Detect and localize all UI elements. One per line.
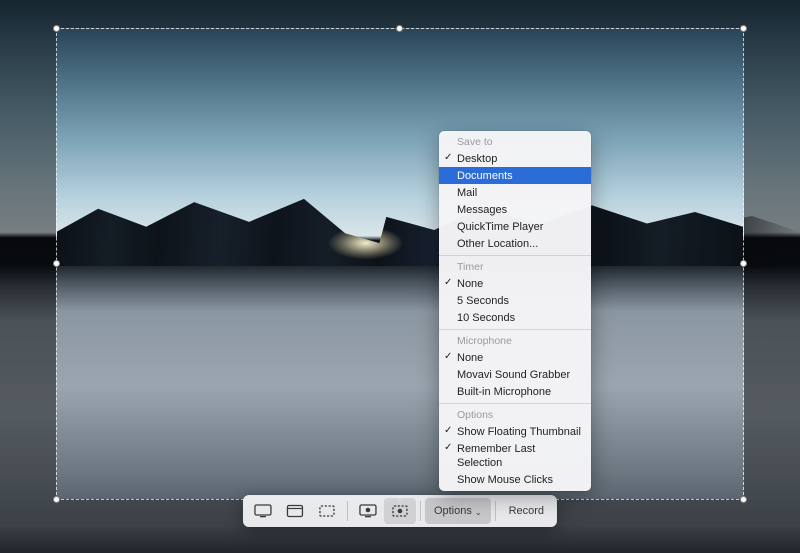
menu-item[interactable]: ✓ None — [439, 349, 591, 366]
resize-handle-bottom-left[interactable] — [53, 496, 60, 503]
resize-handle-middle-left[interactable] — [53, 260, 60, 267]
menu-item[interactable]: Mail — [439, 184, 591, 201]
menu-item-label: Messages — [457, 204, 507, 216]
resize-handle-middle-right[interactable] — [740, 260, 747, 267]
record-selected-portion-button[interactable] — [384, 498, 416, 524]
menu-item[interactable]: Show Mouse Clicks — [439, 471, 591, 488]
menu-item[interactable]: 5 Seconds — [439, 292, 591, 309]
menu-item-label: 10 Seconds — [457, 312, 515, 324]
menu-section-header: Options — [439, 407, 591, 423]
capture-selected-portion-button[interactable] — [311, 498, 343, 524]
menu-item-label: Show Floating Thumbnail — [457, 426, 581, 438]
menu-section-header: Microphone — [439, 333, 591, 349]
menu-item[interactable]: Other Location... — [439, 235, 591, 252]
menu-item-label: Mail — [457, 187, 477, 199]
record-label: Record — [509, 505, 544, 517]
menu-item-label: QuickTime Player — [457, 221, 543, 233]
check-icon: ✓ — [444, 350, 452, 364]
check-icon: ✓ — [444, 424, 452, 438]
record-entire-screen-button[interactable] — [352, 498, 384, 524]
record-screen-icon — [359, 504, 377, 518]
capture-selected-window-button[interactable] — [279, 498, 311, 524]
menu-section-header: Timer — [439, 259, 591, 275]
menu-item-label: Desktop — [457, 153, 497, 165]
menu-item[interactable]: Documents — [439, 167, 591, 184]
menu-separator — [439, 329, 591, 330]
menu-item-label: 5 Seconds — [457, 295, 509, 307]
menu-item[interactable]: ✓ Remember Last Selection — [439, 440, 591, 471]
menu-item-label: None — [457, 352, 483, 364]
toolbar-separator — [347, 501, 348, 521]
toolbar-separator — [495, 501, 496, 521]
capture-selection-area[interactable] — [56, 28, 744, 500]
resize-handle-bottom-right[interactable] — [740, 496, 747, 503]
menu-item-label: Movavi Sound Grabber — [457, 369, 570, 381]
toolbar-separator — [420, 501, 421, 521]
record-button[interactable]: Record — [500, 498, 553, 524]
menu-separator — [439, 403, 591, 404]
menu-item-label: Other Location... — [457, 238, 538, 250]
menu-item[interactable]: Movavi Sound Grabber — [439, 366, 591, 383]
menu-section-header: Save to — [439, 134, 591, 150]
selection-icon — [318, 504, 336, 518]
screenshot-toolbar: Options ⌄ Record — [243, 495, 557, 527]
menu-item[interactable]: ✓ Desktop — [439, 150, 591, 167]
options-label: Options — [434, 505, 472, 517]
resize-handle-top-left[interactable] — [53, 25, 60, 32]
chevron-down-icon: ⌄ — [475, 508, 482, 517]
screen-icon — [254, 504, 272, 518]
menu-item[interactable]: ✓ Show Floating Thumbnail — [439, 423, 591, 440]
resize-handle-top-right[interactable] — [740, 25, 747, 32]
menu-item[interactable]: QuickTime Player — [439, 218, 591, 235]
menu-separator — [439, 255, 591, 256]
capture-entire-screen-button[interactable] — [247, 498, 279, 524]
window-icon — [286, 504, 304, 518]
menu-item-label: Remember Last Selection — [457, 443, 535, 469]
check-icon: ✓ — [444, 276, 452, 290]
menu-item-label: Documents — [457, 170, 513, 182]
check-icon: ✓ — [444, 441, 452, 455]
menu-item-label: None — [457, 278, 483, 290]
options-menu: Save to✓DesktopDocumentsMailMessagesQuic… — [439, 131, 591, 491]
check-icon: ✓ — [444, 151, 452, 165]
menu-item-label: Built-in Microphone — [457, 386, 551, 398]
menu-item[interactable]: 10 Seconds — [439, 309, 591, 326]
menu-item-label: Show Mouse Clicks — [457, 474, 553, 486]
record-selection-icon — [391, 504, 409, 518]
menu-item[interactable]: ✓ None — [439, 275, 591, 292]
options-button[interactable]: Options ⌄ — [425, 498, 491, 524]
resize-handle-top-middle[interactable] — [396, 25, 403, 32]
menu-item[interactable]: Built-in Microphone — [439, 383, 591, 400]
menu-item[interactable]: Messages — [439, 201, 591, 218]
